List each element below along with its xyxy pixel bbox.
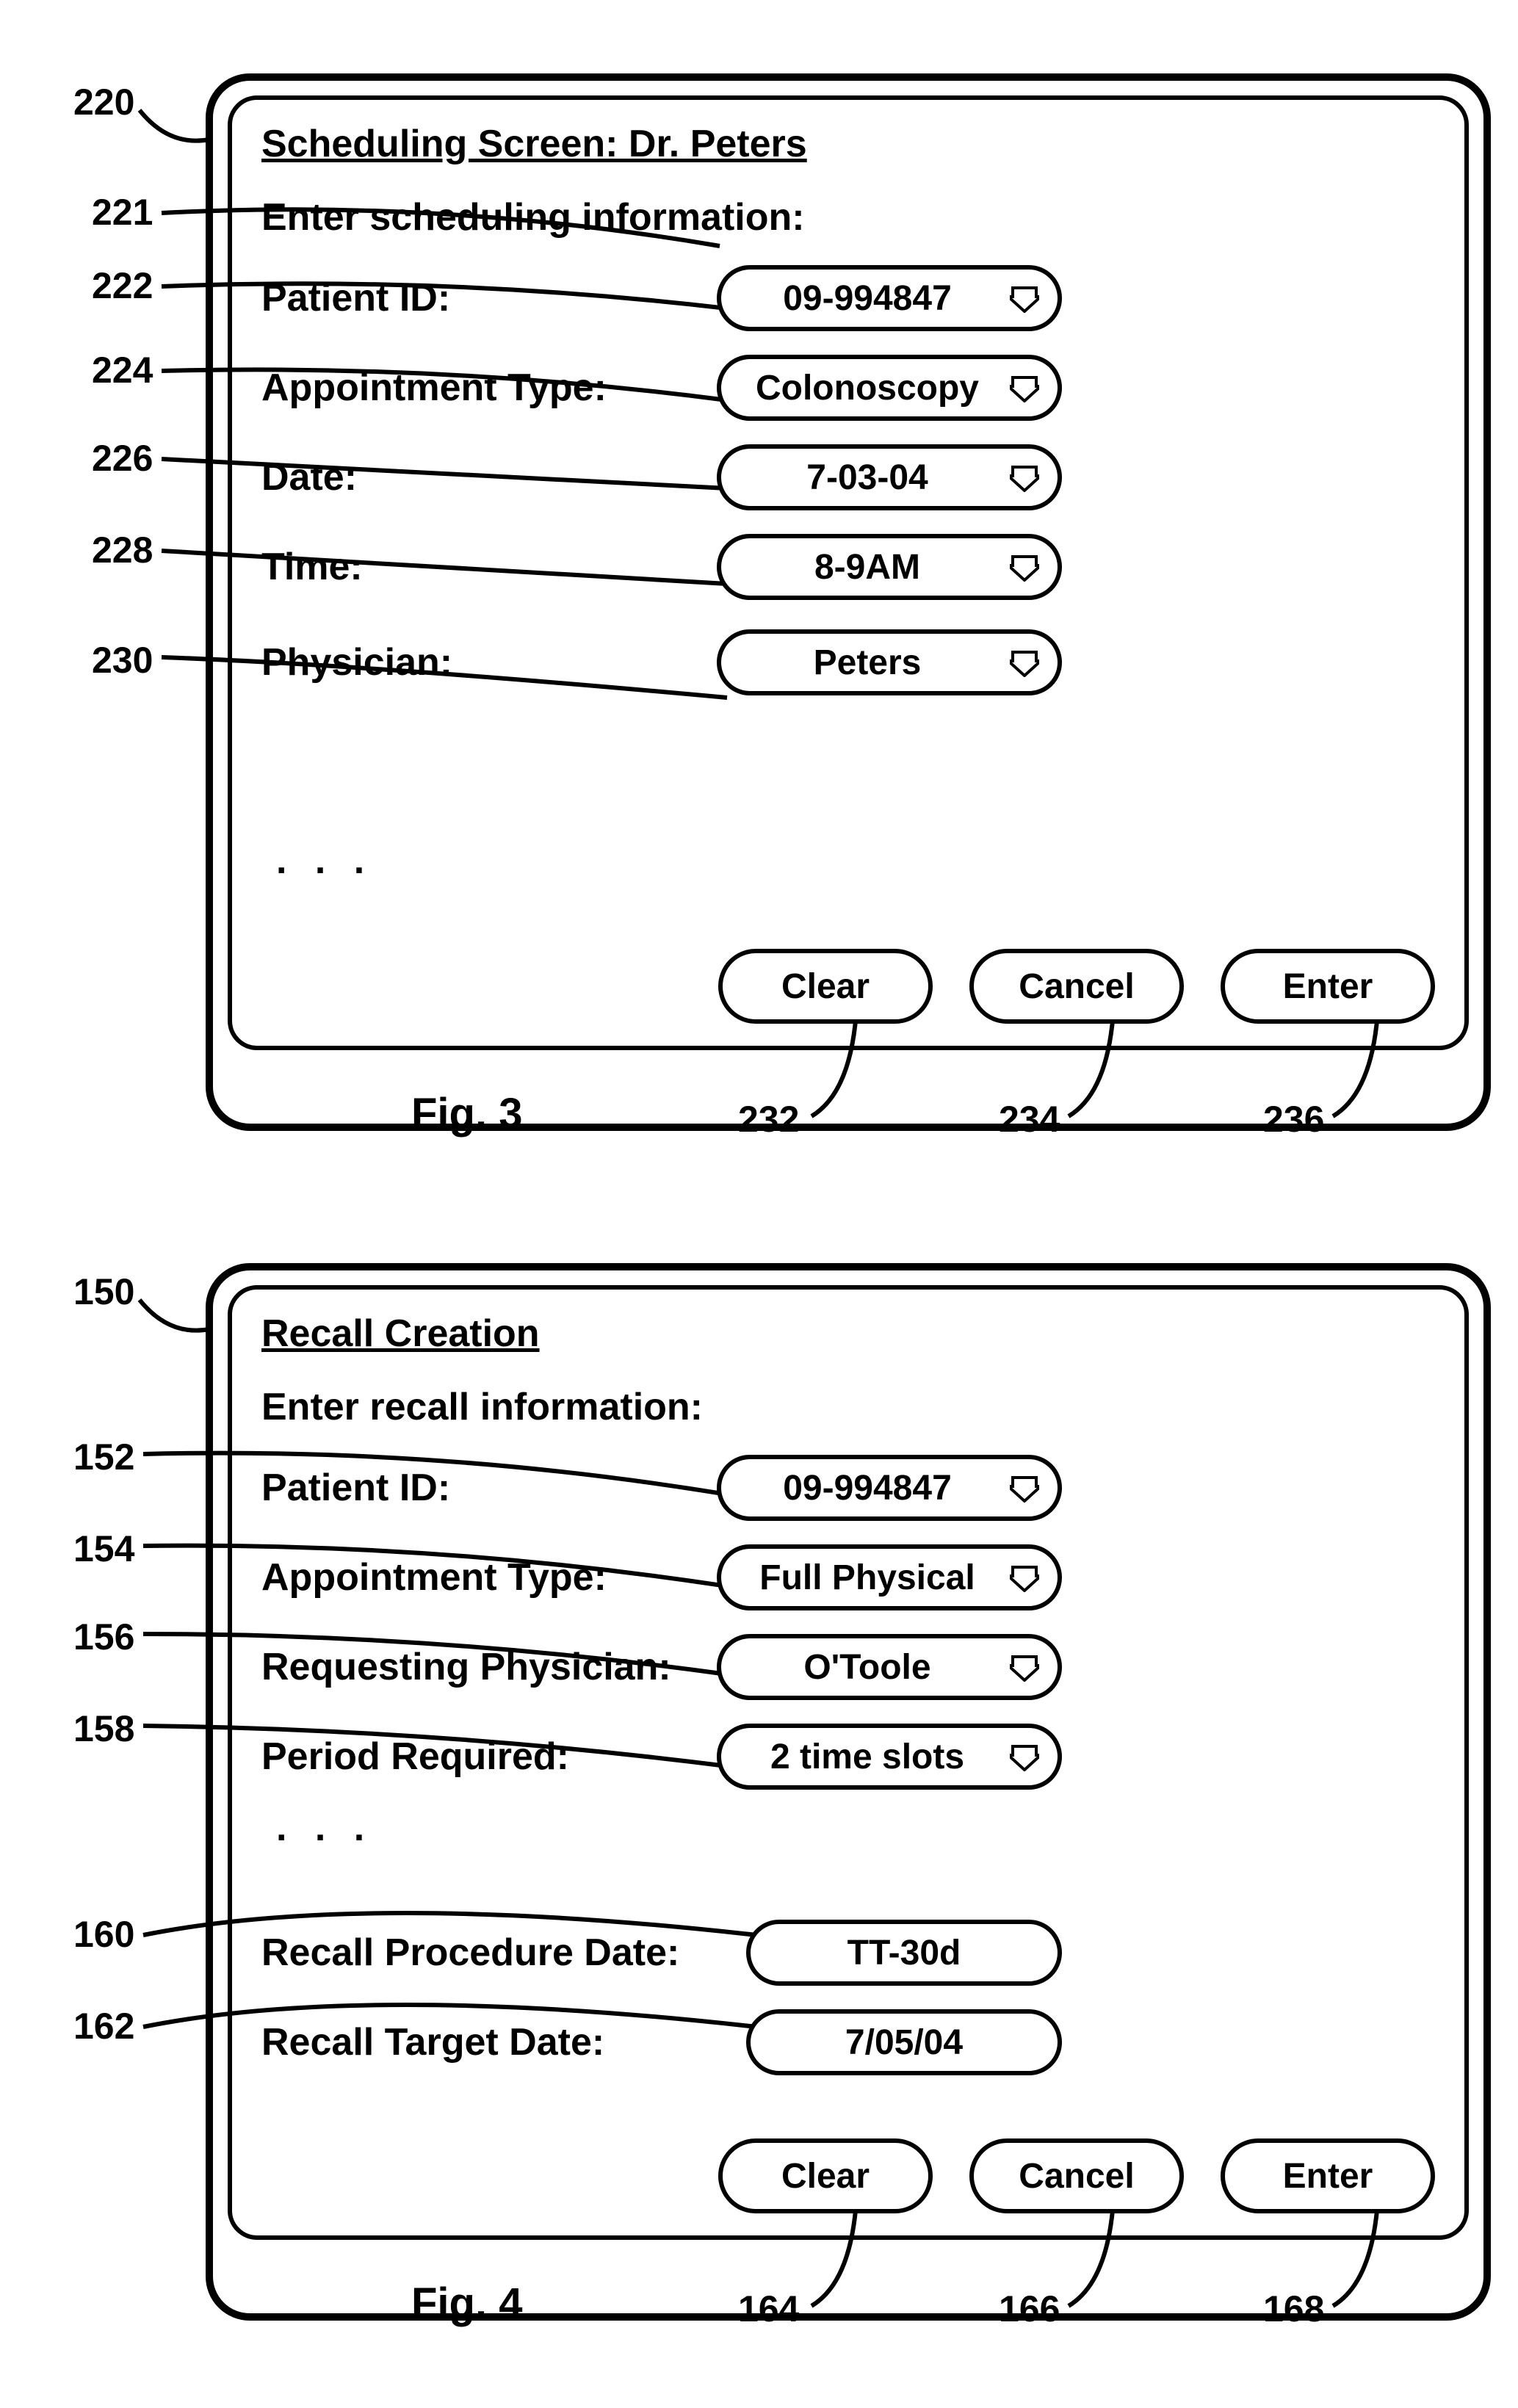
row-period-required: Period Required: 2 time slots [261, 1720, 1435, 1793]
ref-236: 236 [1263, 1098, 1324, 1140]
value-physician: Peters [814, 643, 922, 683]
dropdown-patient-id[interactable]: 09-994847 [717, 265, 1062, 331]
recall-creation-panel: Recall Creation Enter recall information… [206, 1263, 1491, 2321]
ellipsis: . . . [276, 839, 1435, 883]
clear-button[interactable]: Clear [718, 2138, 933, 2213]
label-recall-target-date: Recall Target Date: [261, 2020, 746, 2064]
row-requesting-physician: Requesting Physician: O'Toole [261, 1630, 1435, 1704]
value-recall-target-date: 7/05/04 [845, 2022, 963, 2063]
chevron-down-icon [1010, 1652, 1039, 1682]
ref-152: 152 [73, 1436, 134, 1478]
ref-220: 220 [73, 81, 134, 123]
ref-230: 230 [92, 639, 153, 681]
label-patient-id: Patient ID: [261, 276, 717, 320]
ref-156: 156 [73, 1616, 134, 1658]
ref-154: 154 [73, 1527, 134, 1570]
value-recall-procedure-date: TT-30d [847, 1933, 961, 1973]
value-appointment-type: Colonoscopy [756, 368, 979, 408]
chevron-down-icon [1010, 1473, 1039, 1503]
row-appointment-type: Appointment Type: Colonoscopy [261, 351, 1435, 424]
value-date: 7-03-04 [806, 458, 928, 498]
label-time: Time: [261, 545, 717, 589]
label-period-required: Period Required: [261, 1735, 717, 1779]
cancel-button[interactable]: Cancel [969, 949, 1184, 1024]
dropdown-time[interactable]: 8-9AM [717, 534, 1062, 600]
enter-button[interactable]: Enter [1221, 2138, 1435, 2213]
row-patient-id: Patient ID: 09-994847 [261, 1451, 1435, 1525]
ref-224: 224 [92, 349, 153, 391]
chevron-down-icon [1010, 648, 1039, 677]
ref-232: 232 [738, 1098, 799, 1140]
dropdown-date[interactable]: 7-03-04 [717, 444, 1062, 510]
field-recall-procedure-date[interactable]: TT-30d [746, 1920, 1062, 1986]
label-recall-procedure-date: Recall Procedure Date: [261, 1931, 746, 1975]
figure-caption: Fig. 4 [411, 2279, 522, 2328]
figure-caption: Fig. 3 [411, 1089, 522, 1138]
label-appointment-type: Appointment Type: [261, 1555, 717, 1599]
dropdown-requesting-physician[interactable]: O'Toole [717, 1634, 1062, 1700]
ref-158: 158 [73, 1707, 134, 1750]
ref-162: 162 [73, 2005, 134, 2047]
ellipsis: . . . [276, 1806, 1435, 1850]
label-requesting-physician: Requesting Physician: [261, 1645, 717, 1689]
scheduling-screen-panel: Scheduling Screen: Dr. Peters Enter sche… [206, 73, 1491, 1131]
panel-inner: Scheduling Screen: Dr. Peters Enter sche… [228, 95, 1469, 1050]
screen-prompt: Enter recall information: [261, 1385, 1435, 1429]
ref-228: 228 [92, 529, 153, 571]
row-physician: Physician: Peters [261, 626, 1435, 699]
label-date: Date: [261, 455, 717, 499]
ref-226: 226 [92, 437, 153, 480]
screen-prompt: Enter scheduling information: [261, 195, 1435, 239]
row-recall-procedure-date: Recall Procedure Date: TT-30d [261, 1916, 1435, 1989]
value-period-required: 2 time slots [770, 1737, 964, 1777]
ref-150: 150 [73, 1270, 134, 1313]
button-row: Clear Cancel Enter [718, 2138, 1435, 2213]
dropdown-appointment-type[interactable]: Full Physical [717, 1544, 1062, 1610]
dropdown-physician[interactable]: Peters [717, 629, 1062, 695]
dropdown-appointment-type[interactable]: Colonoscopy [717, 355, 1062, 421]
dropdown-period-required[interactable]: 2 time slots [717, 1724, 1062, 1790]
value-patient-id: 09-994847 [783, 1468, 952, 1508]
dropdown-patient-id[interactable]: 09-994847 [717, 1455, 1062, 1521]
ref-166: 166 [999, 2288, 1060, 2330]
ref-222: 222 [92, 264, 153, 307]
chevron-down-icon [1010, 552, 1039, 582]
label-appointment-type: Appointment Type: [261, 366, 717, 410]
chevron-down-icon [1010, 1742, 1039, 1771]
panel-inner: Recall Creation Enter recall information… [228, 1285, 1469, 2240]
field-recall-target-date[interactable]: 7/05/04 [746, 2009, 1062, 2075]
cancel-button[interactable]: Cancel [969, 2138, 1184, 2213]
enter-button[interactable]: Enter [1221, 949, 1435, 1024]
row-patient-id: Patient ID: 09-994847 [261, 261, 1435, 335]
ref-160: 160 [73, 1913, 134, 1956]
chevron-down-icon [1010, 1563, 1039, 1592]
clear-button[interactable]: Clear [718, 949, 933, 1024]
row-date: Date: 7-03-04 [261, 441, 1435, 514]
row-appointment-type: Appointment Type: Full Physical [261, 1541, 1435, 1614]
value-requesting-physician: O'Toole [803, 1647, 930, 1688]
screen-title: Scheduling Screen: Dr. Peters [261, 122, 1435, 166]
ref-221: 221 [92, 191, 153, 234]
button-row: Clear Cancel Enter [718, 949, 1435, 1024]
row-recall-target-date: Recall Target Date: 7/05/04 [261, 2006, 1435, 2079]
value-appointment-type: Full Physical [759, 1558, 975, 1598]
chevron-down-icon [1010, 373, 1039, 402]
value-patient-id: 09-994847 [783, 278, 952, 319]
value-time: 8-9AM [814, 547, 920, 587]
label-patient-id: Patient ID: [261, 1466, 717, 1510]
row-time: Time: 8-9AM [261, 530, 1435, 604]
chevron-down-icon [1010, 463, 1039, 492]
label-physician: Physician: [261, 640, 717, 684]
ref-164: 164 [738, 2288, 799, 2330]
ref-234: 234 [999, 1098, 1060, 1140]
chevron-down-icon [1010, 283, 1039, 313]
screen-title: Recall Creation [261, 1312, 1435, 1356]
ref-168: 168 [1263, 2288, 1324, 2330]
